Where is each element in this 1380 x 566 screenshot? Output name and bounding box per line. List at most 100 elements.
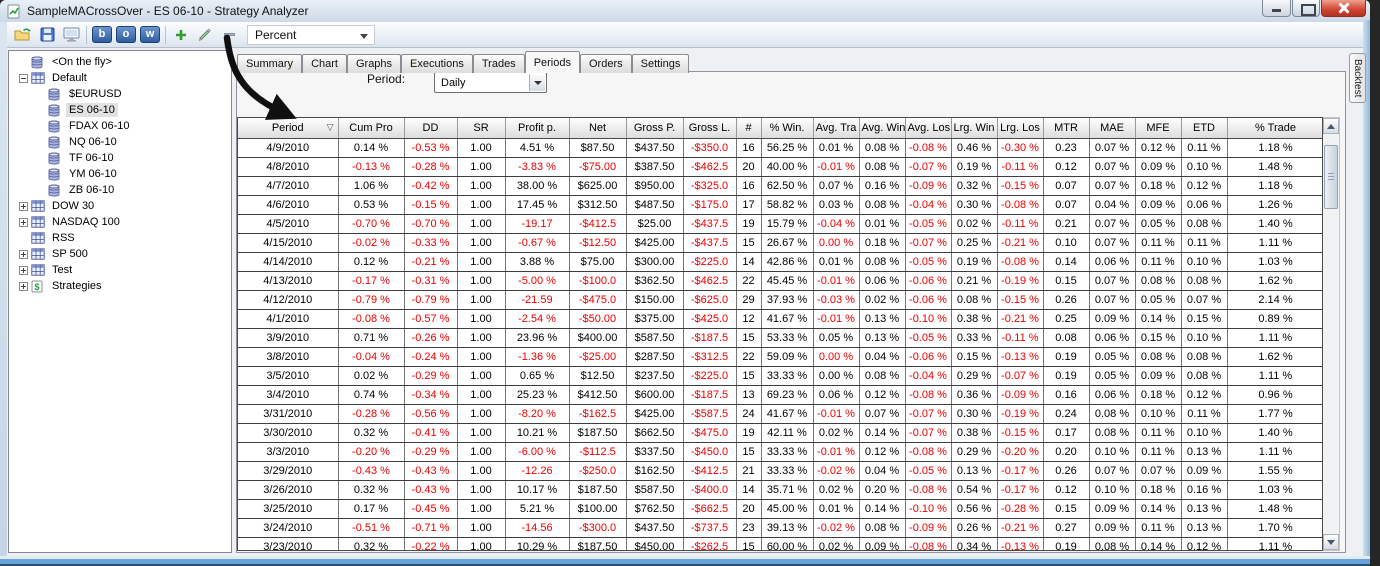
sidebar-item-default[interactable]: Default xyxy=(9,70,231,86)
column-header-lrg-win[interactable]: Lrg. Win xyxy=(951,118,998,139)
column-header-profit-p[interactable]: Profit p. xyxy=(505,118,570,139)
sidebar-item-dow-30[interactable]: DOW 30 xyxy=(9,198,231,214)
table-row[interactable]: 4/14/2010 0.12 % -0.21 % 1.00 3.88 % $75.00 $3… xyxy=(238,252,1322,272)
tree-expander[interactable] xyxy=(15,73,31,83)
tab-executions[interactable]: Executions xyxy=(401,54,473,73)
table-cell: 0.12 xyxy=(1043,480,1090,500)
remove-button[interactable] xyxy=(217,24,241,46)
sidebar-item-rss[interactable]: RSS xyxy=(9,230,231,246)
column-header-[interactable]: # xyxy=(736,118,762,139)
table-cell: 4/8/2010 xyxy=(238,157,339,177)
tree-expander[interactable] xyxy=(15,249,31,259)
display-mode-combo[interactable]: Percent xyxy=(247,24,375,45)
add-button[interactable] xyxy=(169,24,193,46)
column-header-gross-l[interactable]: Gross L. xyxy=(683,118,737,139)
table-row[interactable]: 4/7/2010 1.06 % -0.42 % 1.00 38.00 % $625.00 $… xyxy=(238,176,1322,196)
sidebar-item-ym-06-10[interactable]: YM 06-10 xyxy=(9,166,231,182)
column-header-avg-los[interactable]: Avg. Los xyxy=(905,118,952,139)
column-header-mae[interactable]: MAE xyxy=(1089,118,1136,139)
table-row[interactable]: 4/5/2010 -0.70 % -0.70 % 1.00 -19.17 -$412.5 $… xyxy=(238,214,1322,234)
table-row[interactable]: 3/29/2010 -0.43 % -0.43 % 1.00 -12.26 -$250.0… xyxy=(238,461,1322,481)
table-cell: 0.16 % xyxy=(1181,480,1228,500)
combo-dropdown-button[interactable] xyxy=(529,74,545,91)
column-header-win[interactable]: % Win. xyxy=(761,118,814,139)
letter-button-w[interactable]: w xyxy=(140,26,160,43)
letter-button-b[interactable]: b xyxy=(92,26,112,43)
column-header-mtr[interactable]: MTR xyxy=(1043,118,1090,139)
vertical-scrollbar[interactable] xyxy=(1323,117,1340,551)
column-header-net[interactable]: Net xyxy=(569,118,627,139)
scroll-up-button[interactable] xyxy=(1323,118,1339,134)
sidebar-item-zb-06-10[interactable]: ZB 06-10 xyxy=(9,182,231,198)
table-row[interactable]: 3/9/2010 0.71 % -0.26 % 1.00 23.96 % $400.00 $… xyxy=(238,328,1322,348)
table-row[interactable]: 3/4/2010 0.74 % -0.34 % 1.00 25.23 % $412.50 $… xyxy=(238,385,1322,405)
pencil-icon xyxy=(198,28,211,41)
save-button[interactable] xyxy=(35,24,59,46)
sidebar-item-sp-500[interactable]: SP 500 xyxy=(9,246,231,262)
column-header-trade[interactable]: % Trade xyxy=(1227,118,1322,139)
tab-summary[interactable]: Summary xyxy=(237,54,303,73)
sidebar-item-strategies[interactable]: $ Strategies xyxy=(9,278,231,294)
tab-graphs[interactable]: Graphs xyxy=(346,54,402,73)
sidebar-item-eurusd[interactable]: $EURUSD xyxy=(9,86,231,102)
sidebar-item-es-06-10[interactable]: ES 06-10 xyxy=(9,102,231,118)
tree-expander[interactable] xyxy=(15,265,31,275)
column-header-lrg-los[interactable]: Lrg. Los xyxy=(997,118,1044,139)
table-row[interactable]: 3/24/2010 -0.51 % -0.71 % 1.00 -14.56 -$300.0… xyxy=(238,518,1322,538)
app-icon xyxy=(7,4,20,18)
table-row[interactable]: 4/13/2010 -0.17 % -0.31 % 1.00 -5.00 % -$100.… xyxy=(238,271,1322,291)
table-cell: 29 xyxy=(736,290,762,310)
tree-expander[interactable] xyxy=(15,217,31,227)
sidebar-item-test[interactable]: Test xyxy=(9,262,231,278)
table-row[interactable]: 4/9/2010 0.14 % -0.53 % 1.00 4.51 % $87.50 $43… xyxy=(238,138,1322,158)
table-row[interactable]: 3/25/2010 0.17 % -0.45 % 1.00 5.21 % $100.00 $… xyxy=(238,499,1322,519)
backtest-side-tab[interactable]: Backtest xyxy=(1349,53,1366,103)
letter-button-o[interactable]: o xyxy=(116,26,136,43)
table-row[interactable]: 3/23/2010 0.32 % -0.22 % 1.00 10.29 % $187.50… xyxy=(238,537,1322,550)
table-cell: 0.17 % xyxy=(338,499,405,519)
scroll-down-button[interactable] xyxy=(1323,534,1339,550)
tree-expander[interactable] xyxy=(15,201,31,211)
column-header-mfe[interactable]: MFE xyxy=(1135,118,1182,139)
sidebar-item-tf-06-10[interactable]: TF 06-10 xyxy=(9,150,231,166)
table-row[interactable]: 3/8/2010 -0.04 % -0.24 % 1.00 -1.36 % -$25.00… xyxy=(238,347,1322,367)
maximize-button[interactable] xyxy=(1292,0,1320,17)
table-cell: 4/1/2010 xyxy=(238,309,339,329)
column-header-dd[interactable]: DD xyxy=(404,118,458,139)
tab-orders[interactable]: Orders xyxy=(579,54,632,73)
table-cell: 0.19 % xyxy=(951,157,998,177)
period-combo[interactable]: Daily xyxy=(434,72,547,93)
open-button[interactable] xyxy=(11,24,35,46)
column-header-gross-p[interactable]: Gross P. xyxy=(626,118,684,139)
close-button[interactable] xyxy=(1321,0,1366,17)
edit-button[interactable] xyxy=(193,24,217,46)
column-header-etd[interactable]: ETD xyxy=(1181,118,1228,139)
tab-chart[interactable]: Chart xyxy=(302,54,347,73)
table-row[interactable]: 4/1/2010 -0.08 % -0.57 % 1.00 -2.54 % -$50.00… xyxy=(238,309,1322,329)
scrollbar-thumb[interactable] xyxy=(1324,145,1338,209)
tree-expander[interactable] xyxy=(15,281,31,291)
column-header-period[interactable]: Period ▽ xyxy=(238,118,339,139)
sidebar-item-on-the-fly[interactable]: <On the fly> xyxy=(9,54,231,70)
column-header-cum-pro[interactable]: Cum Pro xyxy=(338,118,405,139)
minimize-button[interactable] xyxy=(1262,0,1291,17)
table-row[interactable]: 3/30/2010 0.32 % -0.41 % 1.00 10.21 % $187.50… xyxy=(238,423,1322,443)
table-row[interactable]: 4/8/2010 -0.13 % -0.28 % 1.00 -3.83 % -$75.00… xyxy=(238,157,1322,177)
table-row[interactable]: 3/31/2010 -0.28 % -0.56 % 1.00 -8.20 % -$162.… xyxy=(238,404,1322,424)
column-header-sr[interactable]: SR xyxy=(457,118,506,139)
table-row[interactable]: 4/6/2010 0.53 % -0.15 % 1.00 17.45 % $312.50 $… xyxy=(238,195,1322,215)
tab-settings[interactable]: Settings xyxy=(631,54,690,73)
tab-periods[interactable]: Periods xyxy=(524,51,580,73)
sidebar-item-nq-06-10[interactable]: NQ 06-10 xyxy=(9,134,231,150)
table-row[interactable]: 3/3/2010 -0.20 % -0.29 % 1.00 -6.00 % -$112.5… xyxy=(238,442,1322,462)
table-row[interactable]: 3/26/2010 0.32 % -0.43 % 1.00 10.17 % $187.50… xyxy=(238,480,1322,500)
table-row[interactable]: 4/15/2010 -0.02 % -0.33 % 1.00 -0.67 % -$12.5… xyxy=(238,233,1322,253)
table-row[interactable]: 4/12/2010 -0.79 % -0.79 % 1.00 -21.59 -$475.0… xyxy=(238,290,1322,310)
column-header-avg-win[interactable]: Avg. Win xyxy=(859,118,906,139)
display-button[interactable] xyxy=(59,24,83,46)
sidebar-item-nasdaq-100[interactable]: NASDAQ 100 xyxy=(9,214,231,230)
tab-trades[interactable]: Trades xyxy=(472,54,525,73)
sidebar-item-fdax-06-10[interactable]: FDAX 06-10 xyxy=(9,118,231,134)
column-header-avg-tra[interactable]: Avg. Tra xyxy=(813,118,860,139)
table-row[interactable]: 3/5/2010 0.02 % -0.29 % 1.00 0.65 % $12.50 $23… xyxy=(238,366,1322,386)
